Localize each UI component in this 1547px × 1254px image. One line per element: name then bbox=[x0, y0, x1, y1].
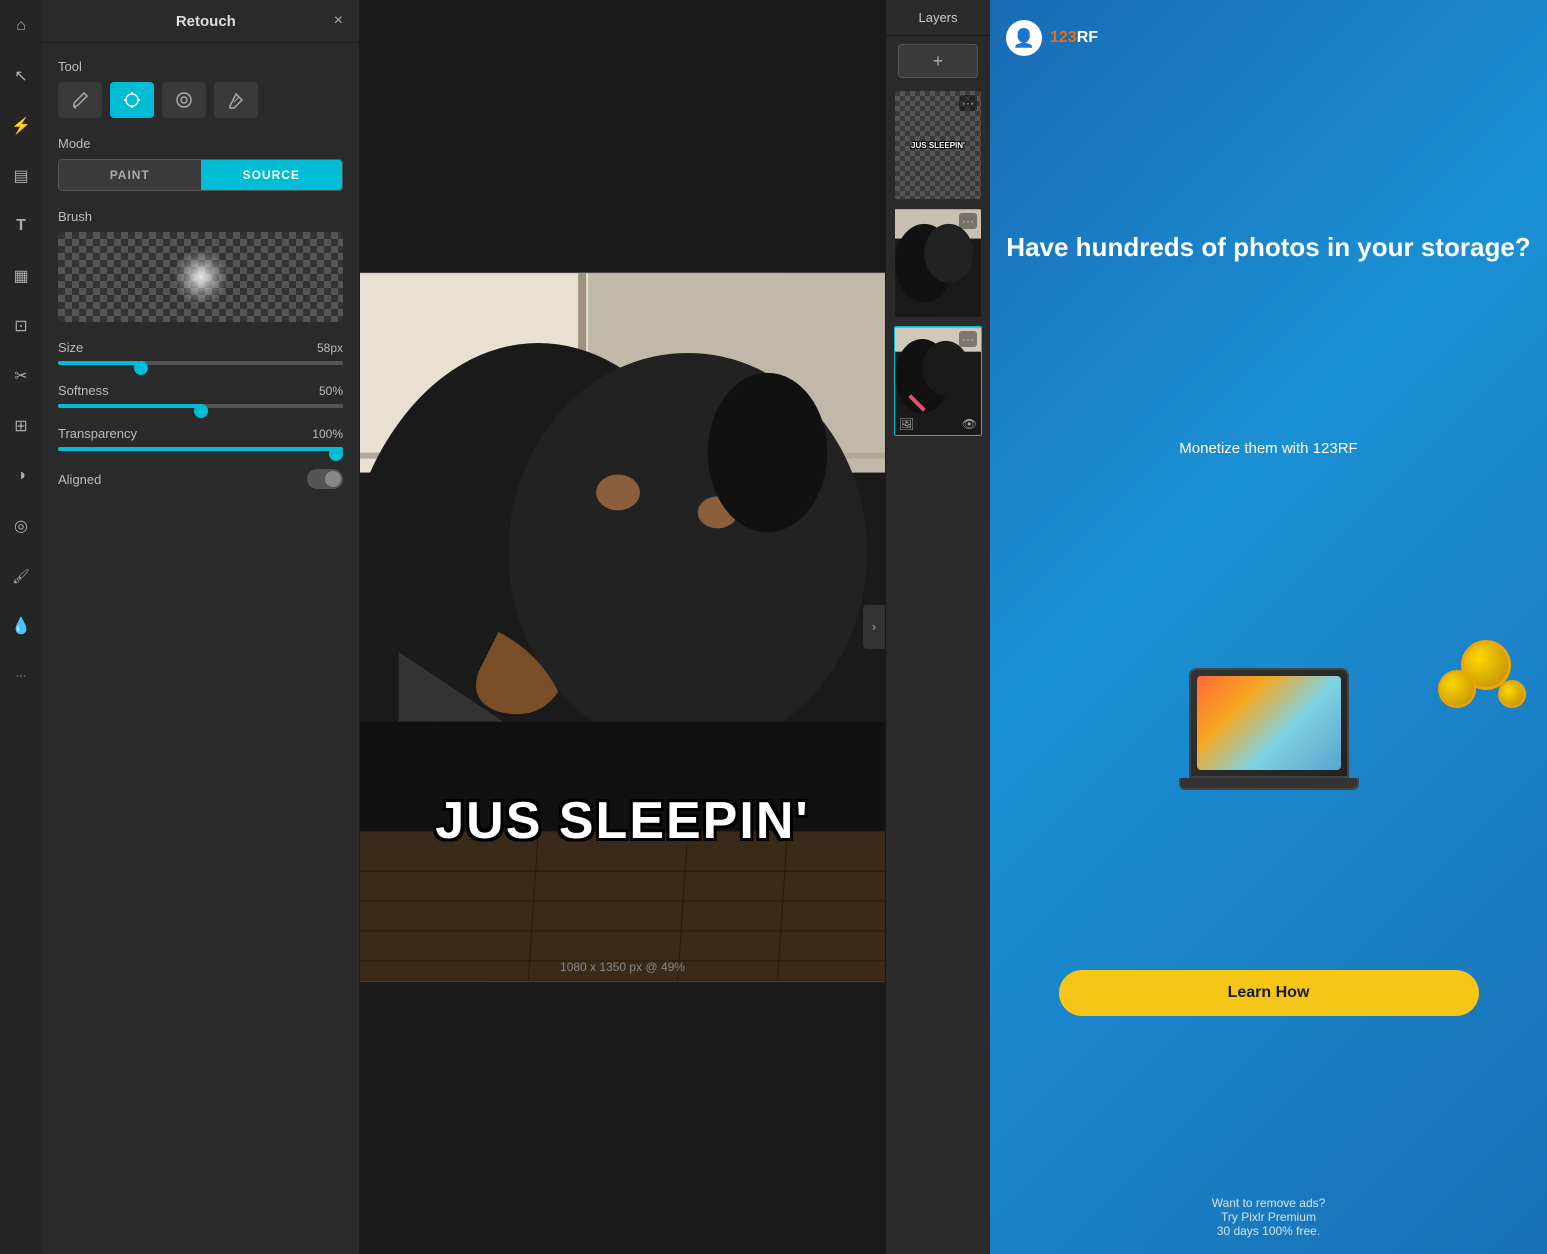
circle-half-icon[interactable]: ◑ bbox=[5, 460, 37, 492]
retouch-panel: Retouch × Tool bbox=[42, 0, 360, 1254]
sliders-icon[interactable]: ⊞ bbox=[5, 410, 37, 442]
softness-label: Softness bbox=[58, 383, 109, 398]
mode-label: Mode bbox=[58, 136, 343, 151]
layer-visibility-icon[interactable]: 👁 bbox=[962, 417, 977, 431]
ad-logo-icon: 👤 bbox=[1006, 20, 1042, 56]
tool-label: Tool bbox=[58, 59, 343, 74]
tool-buttons bbox=[58, 82, 343, 118]
mode-buttons: PAINT SOURCE bbox=[58, 159, 343, 191]
retouch-header: Retouch × bbox=[42, 0, 359, 43]
layer-image-icon[interactable]: 🖼 bbox=[899, 417, 914, 431]
clone-stamp-tool-button[interactable] bbox=[110, 82, 154, 118]
brush-preview bbox=[58, 232, 343, 322]
size-value: 58px bbox=[317, 341, 343, 355]
ad-subheadline: Monetize them with 123RF bbox=[1179, 439, 1357, 459]
lightning-icon[interactable]: ⚡ bbox=[5, 110, 37, 142]
eraser-tool-button[interactable] bbox=[214, 82, 258, 118]
ad-laptop-base bbox=[1179, 778, 1359, 790]
scissors-icon[interactable]: ✂ bbox=[5, 360, 37, 392]
canvas-text-overlay: JUS SLEEPIN' bbox=[435, 791, 809, 851]
canvas-image[interactable]: JUS SLEEPIN' bbox=[360, 272, 885, 982]
softness-slider[interactable] bbox=[58, 404, 343, 408]
paint-mode-button[interactable]: PAINT bbox=[59, 160, 201, 190]
ad-logo-text: 123RF bbox=[1050, 29, 1098, 47]
transparency-value: 100% bbox=[312, 427, 343, 441]
layer-more-button[interactable]: ··· bbox=[959, 95, 977, 111]
crop-icon[interactable]: ⊡ bbox=[5, 310, 37, 342]
layer-item-text[interactable]: JUS SLEEPIN' ··· bbox=[894, 90, 982, 200]
healing-tool-button[interactable] bbox=[162, 82, 206, 118]
text-tool-icon[interactable]: T bbox=[5, 210, 37, 242]
grid-icon[interactable]: ▦ bbox=[5, 260, 37, 292]
mode-section: Mode PAINT SOURCE bbox=[58, 136, 343, 191]
spiral-icon[interactable]: ◎ bbox=[5, 510, 37, 542]
source-mode-button[interactable]: SOURCE bbox=[201, 160, 343, 190]
aligned-label: Aligned bbox=[58, 472, 101, 487]
tool-section: Tool bbox=[58, 59, 343, 118]
home-icon[interactable]: ⌂ bbox=[5, 10, 37, 42]
layer-item-active[interactable]: ··· 🖼 👁 bbox=[894, 326, 982, 436]
ad-laptop bbox=[1189, 668, 1349, 778]
size-slider-row: Size 58px bbox=[58, 340, 343, 365]
layer-text-preview: JUS SLEEPIN' bbox=[911, 141, 965, 150]
ad-panel: 👤 123RF Have hundreds of photos in your … bbox=[990, 0, 1547, 1254]
transparency-slider[interactable] bbox=[58, 447, 343, 451]
add-layer-button[interactable]: + bbox=[898, 44, 978, 78]
ad-coin-3 bbox=[1498, 680, 1526, 708]
canvas-wrapper: JUS SLEEPIN' 1080 x 1350 px @ 49% bbox=[360, 272, 885, 982]
aligned-row: Aligned bbox=[58, 469, 343, 489]
layer-item-photo[interactable]: ··· bbox=[894, 208, 982, 318]
brush-label: Brush bbox=[58, 209, 343, 224]
canvas-status: 1080 x 1350 px @ 49% bbox=[560, 960, 685, 974]
softness-slider-row: Softness 50% bbox=[58, 383, 343, 408]
layers-sidebar-icon[interactable]: ▤ bbox=[5, 160, 37, 192]
ad-headline: Have hundreds of photos in your storage? bbox=[1006, 232, 1530, 263]
ad-remove-ads: Want to remove ads? Try Pixlr Premium 30… bbox=[1212, 1196, 1326, 1238]
size-label: Size bbox=[58, 340, 83, 355]
brush-circle bbox=[173, 249, 229, 305]
transparency-label: Transparency bbox=[58, 426, 137, 441]
brush-side-icon[interactable]: 🖌 bbox=[5, 560, 37, 592]
softness-value: 50% bbox=[319, 384, 343, 398]
ad-laptop-screen bbox=[1197, 676, 1341, 770]
aligned-toggle-knob bbox=[325, 471, 341, 487]
ad-logo-row: 👤 123RF bbox=[1006, 20, 1098, 56]
layer-photo-more-button[interactable]: ··· bbox=[959, 213, 977, 229]
cursor-icon[interactable]: ↖ bbox=[5, 60, 37, 92]
ad-visual bbox=[1006, 630, 1531, 790]
learn-how-button[interactable]: Learn How bbox=[1059, 970, 1479, 1016]
paintbrush-tool-button[interactable] bbox=[58, 82, 102, 118]
dropper-icon[interactable]: 💧 bbox=[5, 610, 37, 642]
layers-header: Layers bbox=[886, 0, 990, 36]
ad-coin-2 bbox=[1438, 670, 1476, 708]
retouch-close-button[interactable]: × bbox=[334, 12, 343, 30]
canvas-svg bbox=[360, 273, 885, 981]
size-slider[interactable] bbox=[58, 361, 343, 365]
retouch-body: Tool bbox=[42, 43, 359, 505]
layer-active-more-button[interactable]: ··· bbox=[959, 331, 977, 347]
layers-panel-toggle[interactable]: › bbox=[863, 605, 885, 649]
more-icon[interactable]: ··· bbox=[5, 660, 37, 692]
left-icon-bar: ⌂ ↖ ⚡ ▤ T ▦ ⊡ ✂ ⊞ ◑ ◎ 🖌 💧 ··· bbox=[0, 0, 42, 1254]
transparency-slider-row: Transparency 100% bbox=[58, 426, 343, 451]
main-canvas: JUS SLEEPIN' 1080 x 1350 px @ 49% › bbox=[360, 0, 885, 1254]
aligned-toggle[interactable] bbox=[307, 469, 343, 489]
retouch-title: Retouch bbox=[78, 13, 334, 30]
brush-section: Brush bbox=[58, 209, 343, 322]
layers-column: Layers + JUS SLEEPIN' ··· ··· bbox=[885, 0, 990, 1254]
